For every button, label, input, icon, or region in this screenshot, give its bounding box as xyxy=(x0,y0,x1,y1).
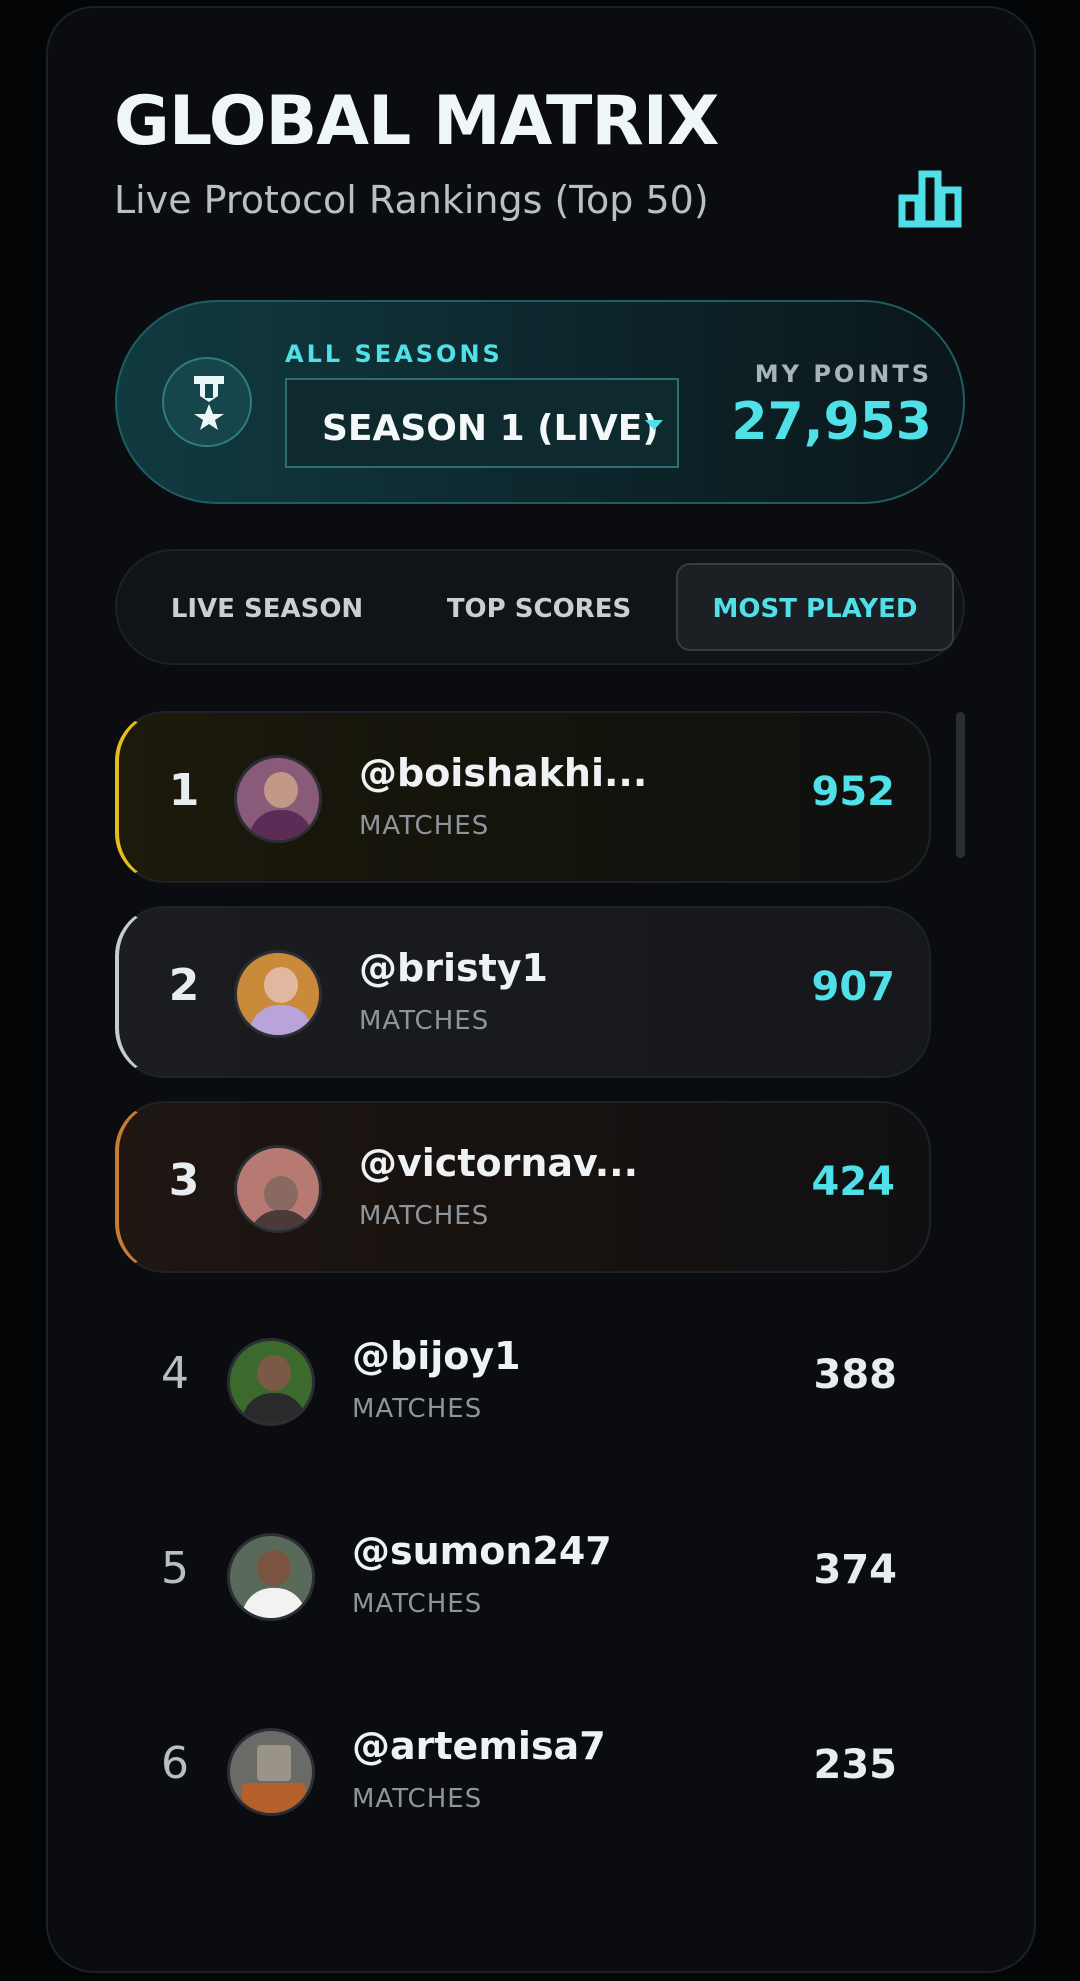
player-score: 235 xyxy=(813,1742,898,1788)
avatar xyxy=(234,755,322,843)
ranking-row-6[interactable]: 6 @artemisa7 MATCHES 235 xyxy=(115,1686,931,1858)
player-score: 424 xyxy=(811,1159,896,1205)
player-stat-label: MATCHES xyxy=(352,1394,483,1424)
page-title: GLOBAL MATRIX xyxy=(114,82,719,161)
avatar xyxy=(227,1338,315,1426)
player-stat-label: MATCHES xyxy=(359,811,490,841)
rank-number: 1 xyxy=(168,765,200,816)
my-points-label: MY POINTS xyxy=(754,360,932,388)
tab-top-scores[interactable]: TOP SCORES xyxy=(407,565,671,653)
rank-number: 2 xyxy=(168,960,200,1011)
ranking-row-2[interactable]: 2 @bristy1 MATCHES 907 xyxy=(115,906,931,1078)
rank-number: 3 xyxy=(168,1155,200,1206)
rank-number: 6 xyxy=(161,1738,189,1789)
player-stat-label: MATCHES xyxy=(352,1589,483,1619)
ranking-row-5[interactable]: 5 @sumon247 MATCHES 374 xyxy=(115,1491,931,1663)
player-handle: @bijoy1 xyxy=(352,1334,521,1378)
rank-number: 5 xyxy=(161,1543,189,1594)
ranking-row-3[interactable]: 3 @victornav... MATCHES 424 xyxy=(115,1101,931,1273)
chevron-down-icon xyxy=(645,420,663,430)
player-handle: @boishakhi... xyxy=(359,751,648,795)
player-score: 952 xyxy=(811,769,896,815)
ranking-row-4[interactable]: 4 @bijoy1 MATCHES 388 xyxy=(115,1296,931,1468)
seasons-label: ALL SEASONS xyxy=(285,340,503,368)
avatar xyxy=(227,1533,315,1621)
season-dropdown[interactable]: SEASON 1 (LIVE) xyxy=(285,378,679,468)
rank-number: 4 xyxy=(161,1348,189,1399)
avatar xyxy=(234,950,322,1038)
my-points-value: 27,953 xyxy=(731,392,932,452)
player-score: 374 xyxy=(813,1547,898,1593)
player-score: 388 xyxy=(813,1352,898,1398)
page-subtitle: Live Protocol Rankings (Top 50) xyxy=(114,178,709,222)
avatar xyxy=(234,1145,322,1233)
player-handle: @artemisa7 xyxy=(352,1724,606,1768)
player-stat-label: MATCHES xyxy=(359,1201,490,1231)
tab-live-season[interactable]: LIVE SEASON xyxy=(135,565,399,653)
season-dropdown-value: SEASON 1 (LIVE) xyxy=(322,408,659,449)
ranking-row-1[interactable]: 1 @boishakhi... MATCHES 952 xyxy=(115,711,931,883)
player-stat-label: MATCHES xyxy=(352,1784,483,1814)
player-stat-label: MATCHES xyxy=(359,1006,490,1036)
scrollbar[interactable] xyxy=(956,712,965,858)
tab-most-played[interactable]: MOST PLAYED xyxy=(676,563,954,651)
player-handle: @victornav... xyxy=(359,1141,639,1185)
player-handle: @bristy1 xyxy=(359,946,548,990)
bar-chart-icon[interactable] xyxy=(898,170,962,228)
player-handle: @sumon247 xyxy=(352,1529,612,1573)
avatar xyxy=(227,1728,315,1816)
ranking-tabs: LIVE SEASON TOP SCORES MOST PLAYED xyxy=(115,549,965,665)
player-score: 907 xyxy=(811,964,896,1010)
medal-icon xyxy=(162,357,252,447)
